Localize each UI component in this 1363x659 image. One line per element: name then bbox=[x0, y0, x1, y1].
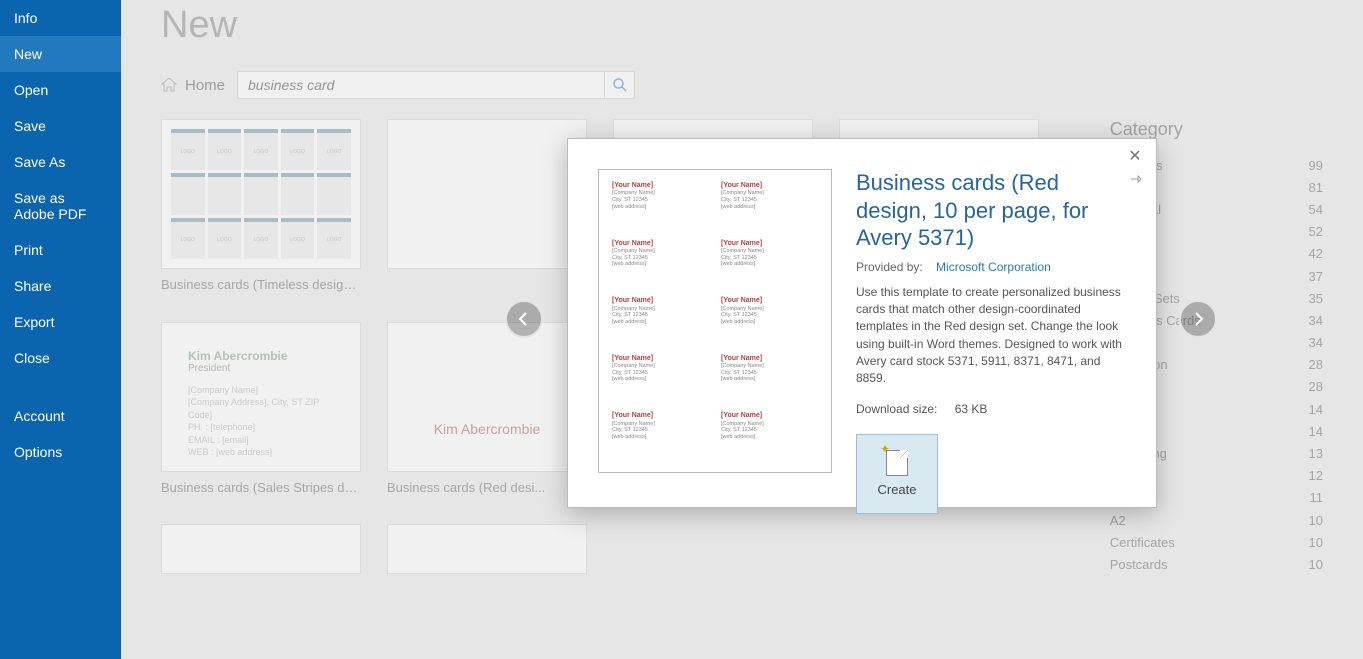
sidebar-item-new[interactable]: New bbox=[0, 36, 121, 72]
download-size-label: Download size: bbox=[856, 402, 937, 416]
sidebar-item-export[interactable]: Export bbox=[0, 304, 121, 340]
sidebar-item-save[interactable]: Save bbox=[0, 108, 121, 144]
sidebar-item-options[interactable]: Options bbox=[0, 434, 121, 470]
sidebar-item-open[interactable]: Open bbox=[0, 72, 121, 108]
download-size-value: 63 KB bbox=[955, 402, 988, 416]
prev-template-button[interactable] bbox=[505, 300, 543, 338]
backstage-main: New Home bbox=[121, 0, 1363, 659]
preview-card: [Your Name][Company Name]City, ST 12345[… bbox=[718, 353, 821, 405]
preview-card: [Your Name][Company Name]City, ST 12345[… bbox=[609, 295, 712, 347]
preview-card: [Your Name][Company Name]City, ST 12345[… bbox=[718, 238, 821, 290]
preview-card: [Your Name][Company Name]City, ST 12345[… bbox=[718, 180, 821, 232]
sidebar-item-close[interactable]: Close bbox=[0, 340, 121, 376]
modal-description: Use this template to create personalized… bbox=[856, 284, 1126, 388]
pin-button[interactable] bbox=[1130, 173, 1144, 187]
provider-link[interactable]: Microsoft Corporation bbox=[936, 260, 1051, 274]
preview-card: [Your Name][Company Name]City, ST 12345[… bbox=[609, 353, 712, 405]
sidebar-item-share[interactable]: Share bbox=[0, 268, 121, 304]
pin-icon bbox=[1130, 173, 1142, 185]
preview-card: [Your Name][Company Name]City, ST 12345[… bbox=[718, 295, 821, 347]
sidebar-item-save-as-adobe-pdf[interactable]: Save as Adobe PDF bbox=[0, 180, 121, 232]
sidebar-item-account[interactable]: Account bbox=[0, 398, 121, 434]
preview-card: [Your Name][Company Name]City, ST 12345[… bbox=[609, 180, 712, 232]
document-icon bbox=[886, 450, 908, 476]
preview-card: [Your Name][Company Name]City, ST 12345[… bbox=[609, 410, 712, 462]
modal-title: Business cards (Red design, 10 per page,… bbox=[856, 169, 1126, 252]
close-icon: ✕ bbox=[1128, 146, 1141, 166]
preview-card: [Your Name][Company Name]City, ST 12345[… bbox=[609, 238, 712, 290]
template-preview-modal: ✕ [Your Name][Company Name]City, ST 1234… bbox=[567, 138, 1157, 508]
next-template-button[interactable] bbox=[1179, 300, 1217, 338]
create-button[interactable]: ✦ Create bbox=[856, 434, 938, 514]
close-button[interactable]: ✕ bbox=[1126, 147, 1144, 165]
provided-by-label: Provided by: bbox=[856, 260, 923, 274]
template-large-preview: [Your Name][Company Name]City, ST 12345[… bbox=[598, 169, 832, 473]
sidebar-item-info[interactable]: Info bbox=[0, 0, 121, 36]
preview-card: [Your Name][Company Name]City, ST 12345[… bbox=[718, 410, 821, 462]
create-button-label: Create bbox=[877, 482, 916, 497]
sidebar-item-print[interactable]: Print bbox=[0, 232, 121, 268]
sidebar-item-save-as[interactable]: Save As bbox=[0, 144, 121, 180]
backstage-sidebar: Info New Open Save Save As Save as Adobe… bbox=[0, 0, 121, 659]
